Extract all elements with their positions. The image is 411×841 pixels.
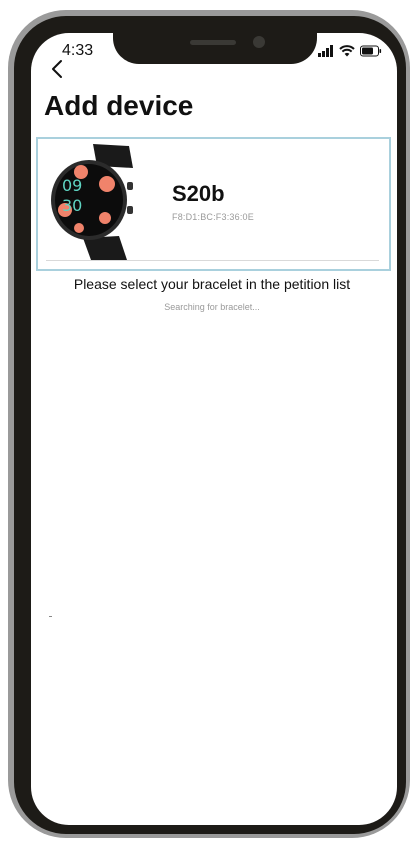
- watch-face-hour: 09: [62, 176, 82, 195]
- back-button[interactable]: [46, 58, 68, 80]
- watch-face-time: 09 30: [62, 176, 82, 215]
- searching-status: Searching for bracelet...: [164, 302, 260, 312]
- watch-face-minute: 30: [62, 196, 82, 215]
- battery-icon: [360, 45, 382, 57]
- instruction-text: Please select your bracelet in the petit…: [73, 276, 351, 292]
- stray-mark: [49, 616, 52, 617]
- device-name: S20b: [172, 181, 225, 206]
- signal-icon: [318, 45, 333, 57]
- divider: [46, 260, 379, 261]
- status-icons: [318, 44, 382, 58]
- device-list-item[interactable]: 09 30 S20b F8:D1:BC:F3:36:0E: [36, 137, 391, 271]
- speaker-grille: [190, 40, 236, 45]
- wifi-icon: [339, 45, 355, 57]
- chevron-left-icon: [52, 60, 62, 78]
- app-screen: 4:33 Add device 09 30 S20b F8:D1:BC:F3:3…: [0, 0, 411, 841]
- page-title: Add device: [44, 90, 194, 121]
- front-camera: [253, 36, 265, 48]
- device-mac-address: F8:D1:BC:F3:36:0E: [172, 212, 254, 222]
